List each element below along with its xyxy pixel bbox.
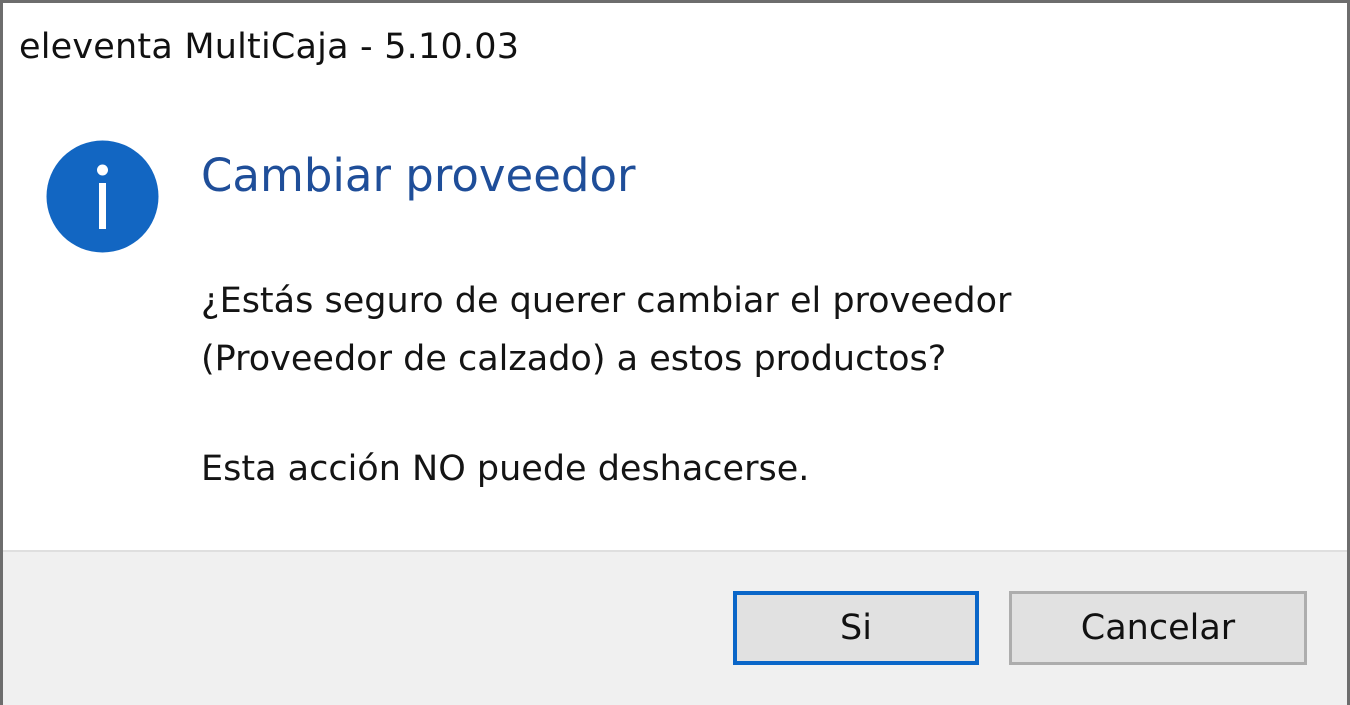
confirm-dialog: eleventa MultiCaja - 5.10.03 Cambiar pro… [0,0,1350,705]
yes-button[interactable]: Si [733,591,979,665]
warning-text: Esta acción NO puede deshacerse. [201,449,810,489]
dialog-heading: Cambiar proveedor [201,149,636,202]
button-bar: Si Cancelar [3,550,1347,705]
message-line-1: ¿Estás seguro de querer cambiar el prove… [201,281,1012,321]
cancel-button[interactable]: Cancelar [1009,591,1307,665]
message-line-2: (Proveedor de calzado) a estos productos… [201,339,947,379]
window-title: eleventa MultiCaja - 5.10.03 [19,27,520,67]
title-bar[interactable]: eleventa MultiCaja - 5.10.03 [3,3,1347,103]
info-icon [45,139,160,254]
dialog-content: Cambiar proveedor ¿Estás seguro de quere… [3,103,1347,550]
